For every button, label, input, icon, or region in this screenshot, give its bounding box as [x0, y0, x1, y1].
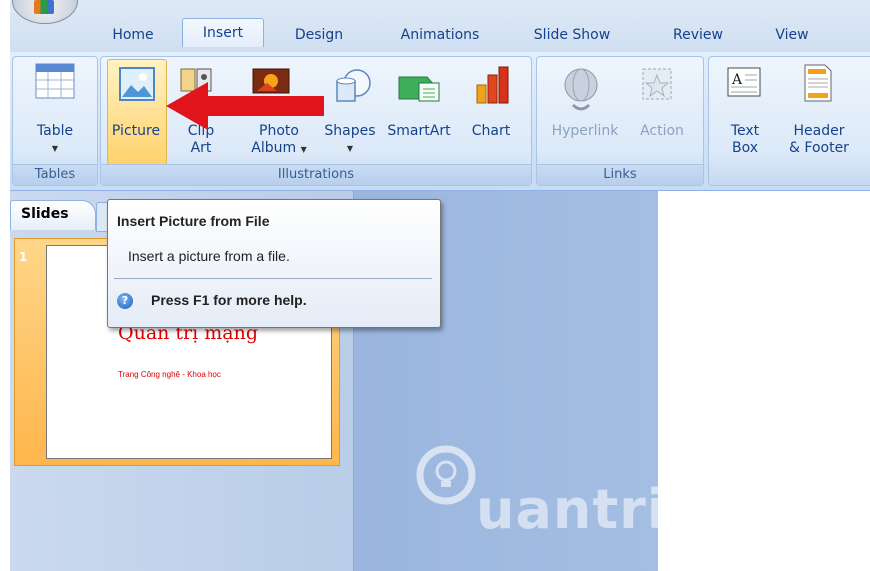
dropdown-arrow-icon: ▼ [300, 145, 307, 154]
header-footer-icon [804, 64, 832, 102]
smartart-icon [398, 76, 440, 102]
tooltip-divider [114, 278, 432, 279]
tooltip-description: Insert a picture from a file. [128, 248, 290, 264]
clip-art-label-2: Art [190, 140, 212, 156]
tab-slide-show[interactable]: Slide Show [526, 24, 618, 50]
shapes-icon [336, 69, 371, 102]
action-button[interactable]: Action [629, 123, 695, 140]
smartart-button[interactable]: SmartArt [383, 123, 455, 140]
picture-button-label: Picture [111, 123, 161, 139]
picture-icon [119, 67, 155, 101]
table-button[interactable]: Table ▼ [23, 123, 87, 157]
watermark-text: uantrimang [476, 478, 841, 541]
table-icon [35, 63, 75, 99]
tab-design[interactable]: Design [286, 24, 352, 50]
tables-group-label: Tables [13, 164, 97, 185]
red-arrow-icon [166, 82, 324, 130]
office-logo-icon [34, 0, 54, 14]
tab-home[interactable]: Home [108, 24, 158, 50]
links-group-label: Links [537, 164, 703, 185]
tab-insert[interactable]: Insert [182, 18, 264, 47]
text-box-label-1: Text [730, 123, 760, 139]
tab-review[interactable]: Review [666, 24, 730, 50]
photo-album-label-2: Album [251, 140, 297, 156]
tables-group: Table ▼ Tables [12, 56, 98, 186]
illustrations-group-label: Illustrations [101, 164, 531, 185]
thumbnail-subtitle: Trang Công nghệ - Khoa học [118, 370, 221, 379]
text-box-icon: A [727, 67, 761, 97]
text-box-label-2: Box [731, 140, 759, 156]
slide-number: 1 [19, 250, 28, 264]
text-box-icon-glyph: A [731, 72, 743, 88]
tooltip-title: Insert Picture from File [117, 213, 270, 229]
ribbon: Table ▼ Tables Picture Clip Art Photo Al… [10, 52, 870, 191]
ribbon-tab-bar: Home Insert Design Animations Slide Show… [10, 0, 870, 53]
shapes-label: Shapes [324, 123, 376, 139]
dropdown-arrow-icon: ▼ [51, 144, 59, 153]
hyperlink-button[interactable]: Hyperlink [543, 123, 627, 140]
tab-animations[interactable]: Animations [390, 24, 490, 50]
chart-button[interactable]: Chart [463, 123, 519, 140]
hyperlink-icon [564, 68, 598, 111]
action-icon [642, 68, 672, 100]
header-footer-label-2: & Footer [789, 140, 849, 156]
header-footer-label-1: Header [793, 123, 845, 139]
text-group: A Text Box Header & Footer [708, 56, 870, 186]
chart-icon [476, 66, 509, 104]
dropdown-arrow-icon: ▼ [346, 144, 354, 153]
links-group: Hyperlink Action Links [536, 56, 704, 186]
shapes-button[interactable]: Shapes ▼ [319, 123, 381, 157]
header-footer-button[interactable]: Header & Footer [781, 123, 857, 157]
tooltip-help-text: Press F1 for more help. [151, 292, 307, 308]
text-box-button[interactable]: Text Box [721, 123, 769, 157]
watermark-logo-icon [416, 445, 476, 505]
table-button-label: Table [36, 123, 74, 139]
tab-view[interactable]: View [768, 24, 816, 50]
help-icon: ? [117, 293, 133, 309]
tab-slides[interactable]: Slides [10, 200, 96, 230]
